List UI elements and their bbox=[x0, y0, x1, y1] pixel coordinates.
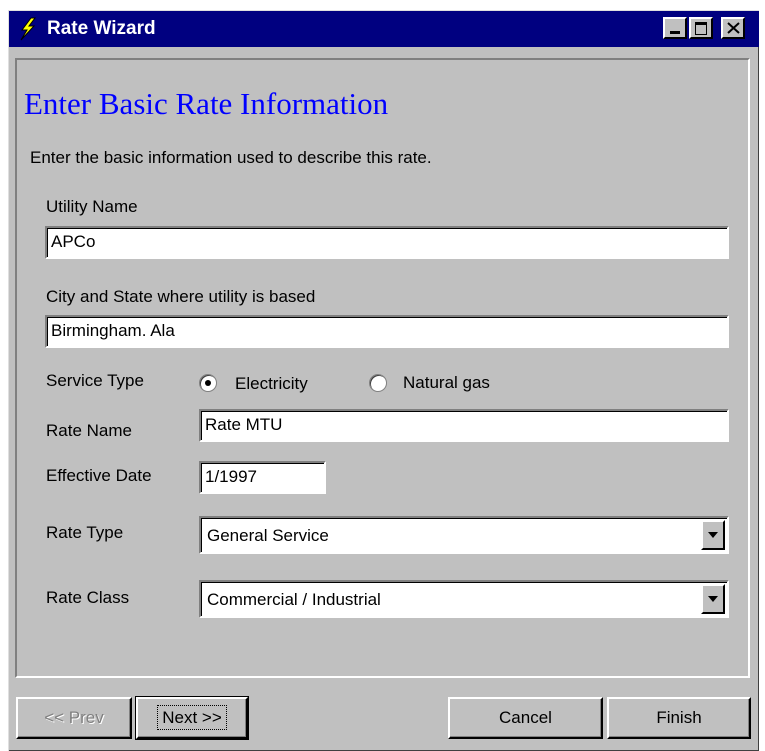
title-bar[interactable]: Rate Wizard bbox=[9, 11, 759, 47]
rate-name-label: Rate Name bbox=[46, 421, 132, 440]
chevron-down-icon[interactable] bbox=[701, 520, 725, 550]
rate-class-label: Rate Class bbox=[46, 588, 130, 607]
next-button[interactable]: Next >> bbox=[135, 696, 249, 740]
natural-gas-radio[interactable] bbox=[369, 374, 387, 392]
next-button-label: Next >> bbox=[157, 705, 227, 730]
natural-gas-label[interactable]: Natural gas bbox=[403, 373, 490, 393]
window-title: Rate Wizard bbox=[47, 18, 156, 39]
maximize-button[interactable] bbox=[689, 17, 713, 39]
lightning-bolt-icon bbox=[17, 17, 39, 41]
electricity-radio[interactable] bbox=[199, 374, 217, 392]
page-title: Enter Basic Rate Information bbox=[24, 86, 389, 121]
utility-name-input[interactable]: APCo bbox=[45, 226, 729, 259]
cancel-button[interactable]: Cancel bbox=[448, 697, 603, 739]
city-state-label: City and State where utility is based bbox=[46, 287, 316, 306]
effective-date-input[interactable]: 1/1997 bbox=[199, 461, 326, 494]
minimize-button[interactable] bbox=[663, 17, 687, 39]
finish-button[interactable]: Finish bbox=[607, 697, 751, 739]
rate-type-select[interactable]: General Service bbox=[199, 516, 729, 554]
page-description: Enter the basic information used to desc… bbox=[30, 148, 432, 167]
utility-name-label: Utility Name bbox=[46, 197, 138, 216]
prev-button[interactable]: << Prev bbox=[16, 697, 132, 739]
city-state-input[interactable]: Birmingham. Ala bbox=[45, 315, 729, 348]
electricity-label[interactable]: Electricity bbox=[235, 374, 308, 394]
close-icon bbox=[727, 22, 740, 34]
service-type-label: Service Type bbox=[46, 371, 144, 390]
close-button[interactable] bbox=[721, 17, 745, 39]
chevron-down-icon[interactable] bbox=[701, 584, 725, 614]
rate-type-label: Rate Type bbox=[46, 523, 124, 542]
rate-class-select[interactable]: Commercial / Industrial bbox=[199, 580, 729, 618]
rate-class-value: Commercial / Industrial bbox=[207, 590, 381, 609]
effective-date-label: Effective Date bbox=[46, 466, 152, 485]
rate-type-value: General Service bbox=[207, 526, 329, 545]
rate-name-input[interactable]: Rate MTU bbox=[199, 409, 729, 442]
